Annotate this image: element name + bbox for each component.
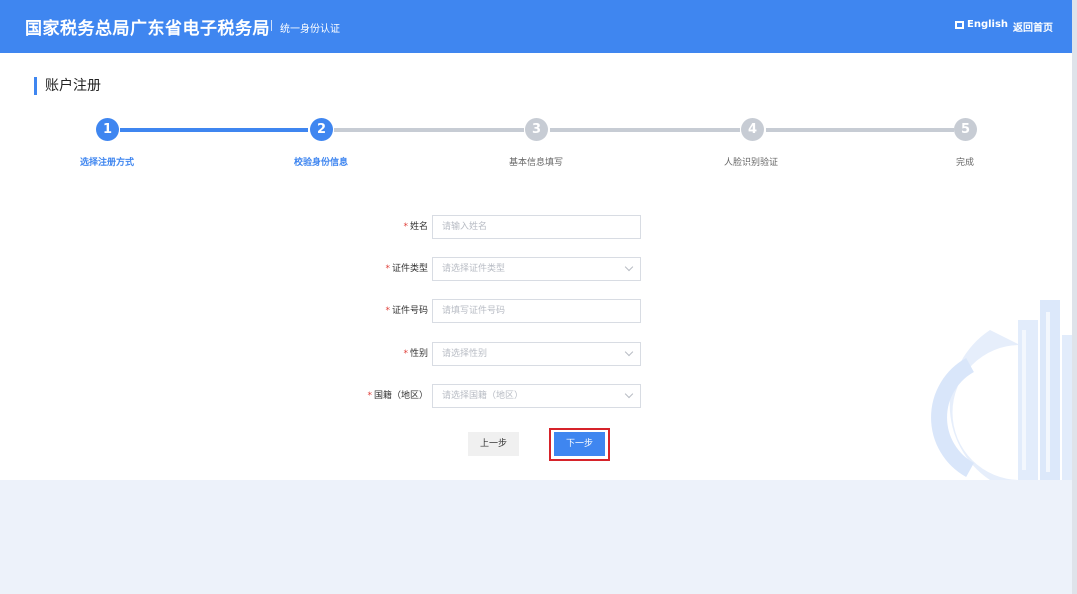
step-4-circle: 4 [741, 118, 764, 141]
page-title: 账户注册 [34, 77, 101, 95]
id-type-label: * 证件类型 [385, 264, 428, 274]
nationality-select[interactable]: 请选择国籍（地区） [432, 384, 641, 408]
top-header: 国家税务总局广东省电子税务局 统一身份认证 English 返回首页 [0, 0, 1077, 53]
header-divider [271, 20, 272, 31]
step-2-circle: 2 [310, 118, 333, 141]
home-link[interactable]: 返回首页 [1013, 19, 1053, 34]
gender-row: * 性别 [0, 342, 428, 366]
id-number-row: * 证件号码 [0, 299, 428, 323]
id-type-row: * 证件类型 [0, 257, 428, 281]
chevron-down-icon [624, 262, 634, 272]
site-subtitle: 统一身份认证 [280, 24, 340, 35]
step-5-circle: 5 [954, 118, 977, 141]
next-step-button[interactable]: 下一步 [554, 432, 605, 456]
tax-bureau-watermark [931, 300, 1072, 480]
step-1-label: 选择注册方式 [79, 158, 135, 168]
id-number-label: * 证件号码 [385, 306, 428, 316]
scrollbar-track[interactable] [1072, 0, 1077, 594]
language-label: English [967, 19, 1009, 30]
main-card: 账户注册 1 2 3 4 5 选择注册方式 校验身份信息 基本信息填写 人脸识别… [0, 53, 1072, 480]
chevron-down-icon [624, 347, 634, 357]
language-switch[interactable]: English [955, 19, 1008, 30]
step-progress: 1 2 3 4 5 选择注册方式 校验身份信息 基本信息填写 人脸识别验证 完成 [0, 118, 1072, 178]
nationality-label: * 国籍（地区） [367, 391, 428, 401]
step-3-label: 基本信息填写 [508, 158, 564, 168]
gender-select[interactable]: 请选择性别 [432, 342, 641, 366]
step-4-label: 人脸识别验证 [723, 158, 779, 168]
name-input[interactable]: 请输入姓名 [432, 215, 641, 239]
step-connector-2 [334, 128, 524, 132]
step-connector-3 [550, 128, 740, 132]
id-type-select[interactable]: 请选择证件类型 [432, 257, 641, 281]
step-connector-4 [766, 128, 954, 132]
nationality-row: * 国籍（地区） [0, 384, 428, 408]
chevron-down-icon [624, 389, 634, 399]
site-title: 国家税务总局广东省电子税务局 [25, 19, 270, 39]
prev-step-button[interactable]: 上一步 [468, 432, 519, 456]
step-3-circle: 3 [525, 118, 548, 141]
language-icon [955, 20, 964, 29]
step-1-circle: 1 [96, 118, 119, 141]
gender-label: * 性别 [403, 349, 428, 359]
id-number-input[interactable]: 请填写证件号码 [432, 299, 641, 323]
step-5-label: 完成 [955, 158, 975, 168]
step-2-label: 校验身份信息 [293, 158, 349, 168]
name-label: * 姓名 [403, 222, 428, 232]
name-row: * 姓名 [0, 215, 428, 239]
step-connector-1 [120, 128, 308, 132]
